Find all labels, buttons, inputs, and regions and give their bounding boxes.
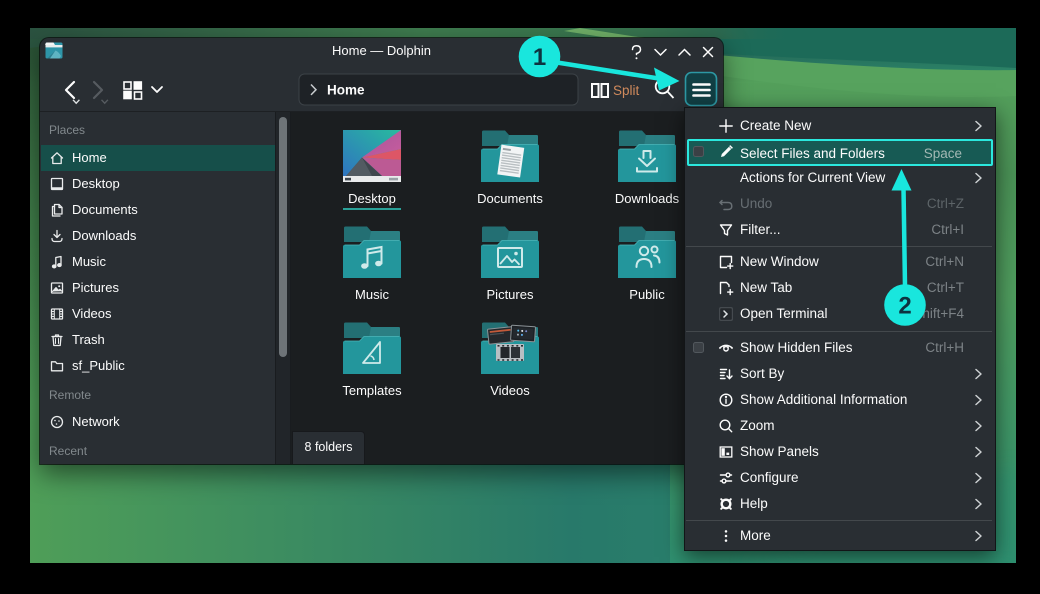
svg-text:Split: Split bbox=[613, 83, 640, 98]
svg-text:Home: Home bbox=[327, 83, 365, 98]
